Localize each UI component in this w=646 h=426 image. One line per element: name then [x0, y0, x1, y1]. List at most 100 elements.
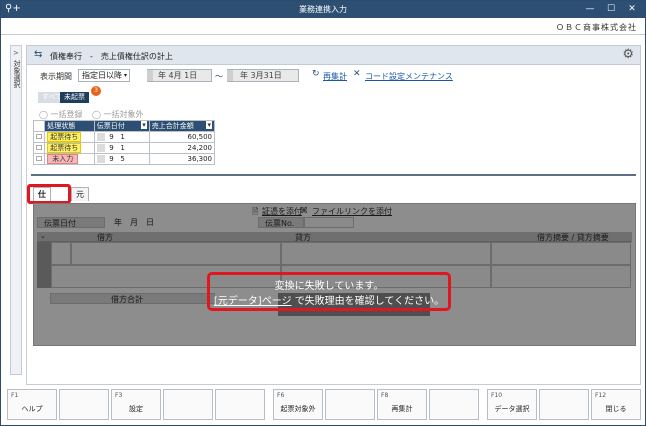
- voucher-no-field[interactable]: [304, 217, 354, 228]
- chevron-down-icon[interactable]: ▾: [141, 121, 147, 129]
- highlight-frame: [27, 184, 71, 204]
- attach-voucher-link[interactable]: 証憑を添付: [262, 206, 302, 217]
- wrench-icon[interactable]: ✕: [353, 69, 361, 79]
- divider: [1, 34, 645, 35]
- voucher-no-label-cell: 伝票No.: [258, 217, 304, 228]
- status-badge: 起票待ち: [47, 132, 82, 142]
- app-window: ⚲+ 業務連携入力 — ☐ ✕ ＯＢＣ商事株式会社 > 対象選択 ⇆ 債権奉行 …: [0, 0, 646, 426]
- period-select-value: 指定日以降: [82, 71, 122, 80]
- row-date: 9 1: [93, 131, 150, 143]
- period-select[interactable]: 指定日以降 ▾: [78, 69, 130, 82]
- date-to-value: 年 3月31日: [240, 71, 282, 80]
- journal-cell[interactable]: [491, 265, 631, 288]
- row-date: 9 1: [93, 142, 150, 154]
- row-amount: 36,300: [148, 153, 216, 165]
- voucher-date-label: 伝票日付: [44, 219, 76, 228]
- range-tilde: ～: [215, 72, 223, 81]
- fkey-number: F8: [381, 392, 389, 399]
- bulk-register-label: 一括登録: [50, 110, 83, 119]
- row-checkbox[interactable]: ☐: [32, 153, 46, 165]
- row-day: 1: [120, 133, 125, 141]
- error-line-1: 変換に失敗しています。: [274, 281, 384, 292]
- debit-total-label-cell: 借方合計: [50, 293, 215, 304]
- fkey-f6-exclude[interactable]: F6 起票対象外: [273, 389, 323, 420]
- code-setting-link[interactable]: コード設定メンテナンス: [365, 71, 453, 82]
- row-date: 9 5: [93, 153, 150, 165]
- error-message-box: 変換に失敗しています。 [元データ]ページ で失敗理由を確認してください。: [207, 272, 451, 311]
- fkey-number: F12: [595, 392, 607, 399]
- row-status: 未入力: [44, 153, 95, 165]
- panel-header: ⇆ 債権奉行 - 売上債権仕訳の計上 ⚙: [27, 46, 640, 65]
- gear-icon[interactable]: ⚙: [622, 47, 634, 62]
- journal-cell[interactable]: [491, 242, 631, 265]
- source-data-link[interactable]: [元データ]ページ: [214, 296, 292, 307]
- journal-cell[interactable]: [71, 242, 281, 265]
- main-panel: ⇆ 債権奉行 - 売上債権仕訳の計上 ⚙ 表示期間 指定日以降 ▾ 年 4月 1…: [26, 45, 641, 385]
- date-to-field[interactable]: 年 3月31日: [227, 69, 299, 82]
- fkey-f11[interactable]: [539, 389, 589, 420]
- fkey-f1-help[interactable]: F1 ヘルプ: [7, 389, 57, 420]
- bulk-exclude-radio[interactable]: ◯ 一括対象外: [92, 109, 144, 120]
- journal-grid-header: ⌄ 借方 貸方 借方摘要 / 貸方摘要: [37, 232, 632, 242]
- recalc-link[interactable]: 再集計: [323, 71, 347, 82]
- table-row[interactable]: ☐ 未入力 9 5 36,300: [32, 153, 216, 165]
- voucher-date-value[interactable]: 年 月 日: [114, 217, 154, 228]
- link-icon[interactable]: ⌘: [300, 206, 308, 215]
- bulk-exclude-label: 一括対象外: [103, 110, 144, 119]
- company-name: ＯＢＣ商事株式会社: [556, 23, 637, 32]
- col-header-status[interactable]: 処理状態: [44, 120, 95, 132]
- row-status: 起票待ち: [44, 131, 95, 143]
- fkey-f4[interactable]: [163, 389, 213, 420]
- fkey-f10-select-data[interactable]: F10 データ選択: [487, 389, 537, 420]
- refresh-icon[interactable]: ↻: [312, 69, 320, 79]
- era-cell: [227, 70, 233, 81]
- row-month: 9: [109, 144, 114, 152]
- chevron-down-icon[interactable]: ⌄: [40, 232, 46, 240]
- minimize-icon[interactable]: —: [580, 2, 600, 17]
- tab-source-data[interactable]: 元データ: [71, 187, 89, 238]
- row-indicator: [37, 242, 51, 288]
- row-checkbox[interactable]: ☐: [32, 142, 46, 154]
- unissued-count-badge: 3: [91, 86, 101, 96]
- chevron-down-icon: ▾: [123, 72, 127, 79]
- journal-cell[interactable]: [281, 242, 491, 265]
- debit-total-label: 借方合計: [111, 295, 143, 304]
- chevron-down-icon[interactable]: ▾: [206, 121, 212, 129]
- row-day: 5: [120, 155, 125, 163]
- page-title: 債権奉行 - 売上債権仕訳の計上: [50, 52, 173, 61]
- period-label: 表示期間: [40, 72, 72, 81]
- fkey-f5[interactable]: [215, 389, 265, 420]
- voucher-table: 処理状態 伝票日付 ▾ 売上合計金額 ▾ ☐ 起票待ち 9 1 60,500 ☐…: [32, 120, 216, 165]
- journal-cell[interactable]: [51, 242, 71, 265]
- fkey-f8-recalc[interactable]: F8 再集計: [377, 389, 427, 420]
- maximize-icon[interactable]: ☐: [601, 2, 621, 17]
- table-row[interactable]: ☐ 起票待ち 9 1 24,200: [32, 142, 216, 154]
- target-select-panel[interactable]: > 対象選択: [10, 45, 22, 375]
- attach-file-link[interactable]: ファイルリンクを添付: [312, 206, 392, 217]
- chevron-right-icon[interactable]: >: [13, 49, 19, 57]
- section-divider: [31, 174, 636, 176]
- fkey-label: 起票対象外: [280, 405, 316, 413]
- fkey-label: 設定: [129, 405, 143, 413]
- fkey-number: F6: [277, 392, 285, 399]
- fkey-number: F3: [115, 392, 123, 399]
- date-from-field[interactable]: 年 4月 1日: [147, 69, 212, 82]
- select-all-checkbox[interactable]: [32, 120, 46, 132]
- fkey-f9[interactable]: [429, 389, 479, 420]
- col-header-date[interactable]: 伝票日付 ▾: [93, 120, 150, 132]
- fkey-label: ヘルプ: [21, 405, 43, 413]
- row-checkbox[interactable]: ☐: [32, 131, 46, 143]
- table-header-row: 処理状態 伝票日付 ▾ 売上合計金額 ▾: [32, 120, 216, 132]
- row-month: 9: [109, 155, 114, 163]
- filter-unissued-tab[interactable]: 未起票: [60, 92, 89, 103]
- bulk-register-radio[interactable]: ◯ 一括登録: [39, 109, 83, 120]
- fkey-f12-close[interactable]: F12 閉じる: [591, 389, 641, 420]
- close-icon[interactable]: ✕: [622, 2, 642, 17]
- fkey-f3-settings[interactable]: F3 設定: [111, 389, 161, 420]
- fkey-label: 再集計: [391, 405, 413, 413]
- col-header-amount[interactable]: 売上合計金額 ▾: [148, 120, 216, 132]
- table-row[interactable]: ☐ 起票待ち 9 1 60,500: [32, 131, 216, 143]
- fkey-f2[interactable]: [59, 389, 109, 420]
- fkey-label: データ選択: [494, 405, 530, 413]
- fkey-f7[interactable]: [325, 389, 375, 420]
